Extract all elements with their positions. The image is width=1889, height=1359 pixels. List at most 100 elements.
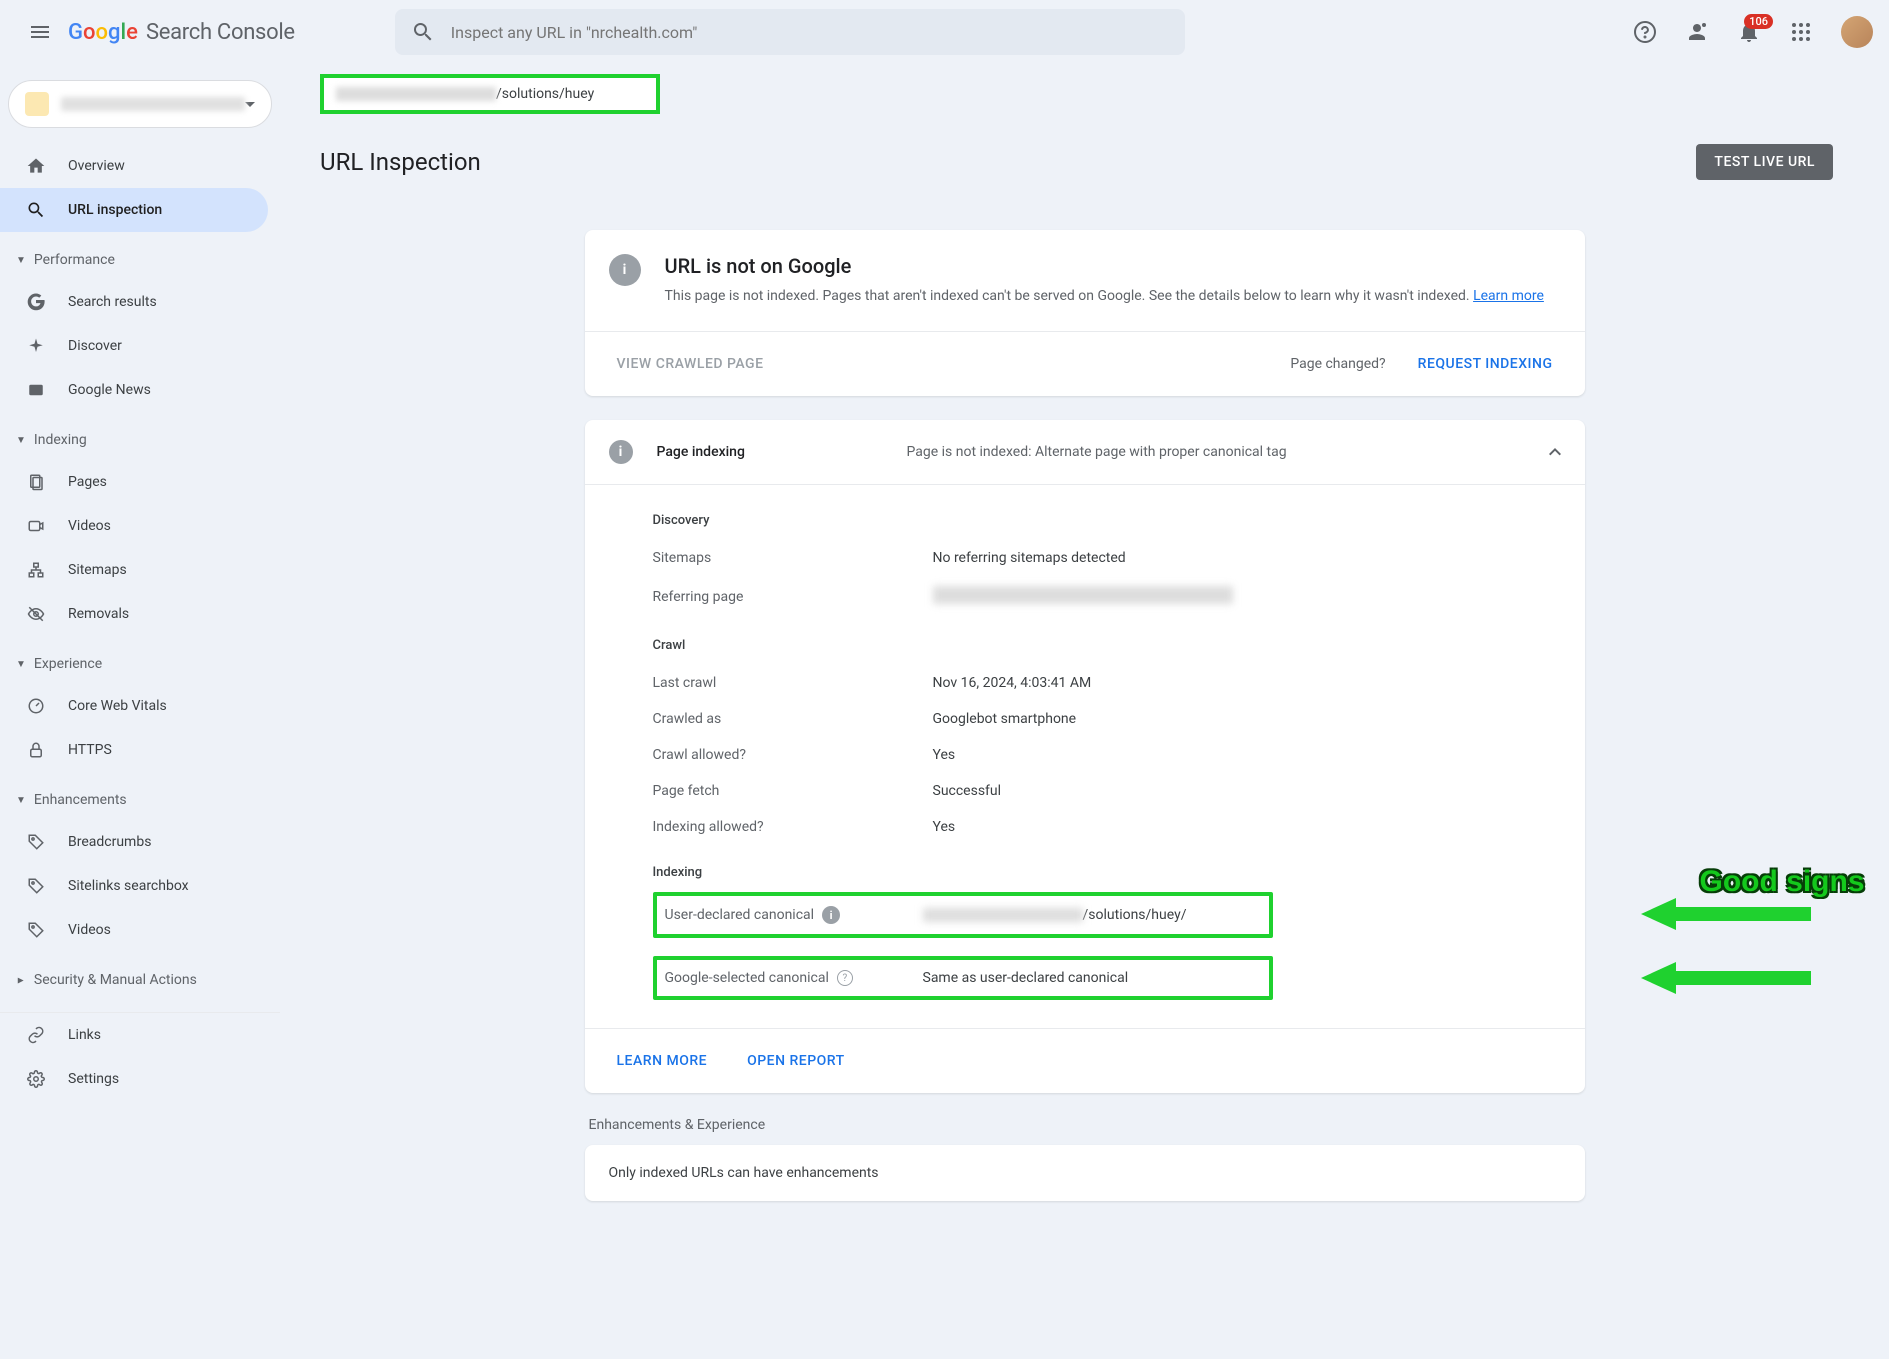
avatar[interactable] [1841,16,1873,48]
nav-label: HTTPS [68,742,112,758]
nav-section-security[interactable]: ▼Security & Manual Actions [0,960,280,1000]
canonical-redacted [923,908,1083,922]
enhancements-message: Only indexed URLs can have enhancements [609,1165,879,1181]
nav-section-experience[interactable]: ▼Experience [0,644,280,684]
crawl-allowed-label: Crawl allowed? [653,747,933,763]
learn-more-button[interactable]: LEARN MORE [609,1045,716,1077]
lock-icon [24,738,48,762]
user-canonical-label: User-declared canonicali [665,906,923,924]
view-crawled-page-button[interactable]: VIEW CRAWLED PAGE [609,348,772,380]
crawl-allowed-value: Yes [933,747,956,763]
main-content: /solutions/huey URL Inspection TEST LIVE… [280,64,1889,1241]
logo[interactable]: Google Search Console [68,20,295,45]
nav-label: Sitelinks searchbox [68,878,189,894]
learn-more-link[interactable]: Learn more [1473,288,1544,304]
nav-label: Settings [68,1071,119,1087]
sitemap-icon [24,558,48,582]
nav-label: Links [68,1027,101,1043]
news-icon [24,378,48,402]
tag-icon [24,874,48,898]
nav-section-performance[interactable]: ▼Performance [0,240,280,280]
help-icon[interactable]: ? [837,970,853,986]
search-bar[interactable] [395,9,1185,55]
apps-icon [1789,20,1813,44]
nav-https[interactable]: HTTPS [0,728,268,772]
nav-label: Google News [68,382,151,398]
status-card: i URL is not on Google This page is not … [585,230,1585,396]
enhancements-heading: Enhancements & Experience [585,1117,1585,1133]
nav-core-web-vitals[interactable]: Core Web Vitals [0,684,268,728]
nav-videos[interactable]: Videos [0,504,268,548]
nav-label: Removals [68,606,129,622]
menu-button[interactable] [16,8,64,56]
pages-icon [24,470,48,494]
nav-breadcrumbs[interactable]: Breadcrumbs [0,820,268,864]
users-icon [1685,20,1709,44]
notifications-button[interactable]: 106 [1729,12,1769,52]
nav-url-inspection[interactable]: URL inspection [0,188,268,232]
nav-sitemaps[interactable]: Sitemaps [0,548,268,592]
google-canonical-highlight: Google-selected canonical? Same as user-… [653,956,1273,1000]
notification-badge: 106 [1744,14,1773,29]
video-icon [24,514,48,538]
last-crawl-label: Last crawl [653,675,933,691]
enhancements-card: Only indexed URLs can have enhancements [585,1145,1585,1201]
url-suffix: /solutions/huey [496,86,594,102]
nav-label: Core Web Vitals [68,698,167,714]
nav-section-enhancements[interactable]: ▼Enhancements [0,780,280,820]
referring-page-label: Referring page [653,589,933,605]
google-canonical-label: Google-selected canonical? [665,970,923,986]
chevron-up-icon [1549,448,1561,456]
apps-button[interactable] [1781,12,1821,52]
gauge-icon [24,694,48,718]
section-title: Page indexing [657,444,907,460]
nav-label: Overview [68,158,125,174]
nav-label: URL inspection [68,202,162,218]
search-input[interactable] [451,23,1169,42]
page-fetch-label: Page fetch [653,783,933,799]
nav-label: Sitemaps [68,562,127,578]
page-indexing-header[interactable]: i Page indexing Page is not indexed: Alt… [585,420,1585,485]
status-description: This page is not indexed. Pages that are… [665,286,1544,307]
nav-pages[interactable]: Pages [0,460,268,504]
nav-label: Search results [68,294,157,310]
svg-text:Google: Google [68,20,138,44]
nav-links[interactable]: Links [0,1013,268,1057]
nav-label: Breadcrumbs [68,834,151,850]
help-button[interactable] [1625,12,1665,52]
nav-overview[interactable]: Overview [0,144,268,188]
discovery-heading: Discovery [653,513,1561,528]
nav-removals[interactable]: Removals [0,592,268,636]
nav-label: Videos [68,922,111,938]
indexing-details: Discovery SitemapsNo referring sitemaps … [585,485,1585,1028]
nav-google-news[interactable]: Google News [0,368,268,412]
test-live-url-button[interactable]: TEST LIVE URL [1696,144,1833,180]
tag-icon [24,918,48,942]
nav-search-results[interactable]: Search results [0,280,268,324]
users-button[interactable] [1677,12,1717,52]
product-name: Search Console [146,20,295,45]
google-logo-icon: Google [68,20,142,44]
nav-label: Discover [68,338,122,354]
nav-discover[interactable]: Discover [0,324,268,368]
header-actions: 106 [1625,12,1873,52]
info-icon[interactable]: i [822,906,840,924]
user-canonical-highlight: User-declared canonicali /solutions/huey… [653,892,1273,938]
annotation-good-signs: Good signs [1700,865,1865,899]
page-changed-label: Page changed? [1290,356,1385,372]
property-name-redacted [61,97,245,111]
nav-section-indexing[interactable]: ▼Indexing [0,420,280,460]
info-icon: i [609,440,633,464]
open-report-button[interactable]: OPEN REPORT [739,1045,853,1077]
property-icon [25,92,49,116]
indexing-heading: Indexing [653,865,1561,880]
crawl-heading: Crawl [653,638,1561,653]
property-selector[interactable] [8,80,272,128]
request-indexing-button[interactable]: REQUEST INDEXING [1410,348,1561,380]
nav-videos-enh[interactable]: Videos [0,908,268,952]
info-icon: i [609,254,641,286]
nav-sitelinks-searchbox[interactable]: Sitelinks searchbox [0,864,268,908]
status-title: URL is not on Google [665,254,1544,278]
google-g-icon [24,290,48,314]
nav-settings[interactable]: Settings [0,1057,268,1101]
